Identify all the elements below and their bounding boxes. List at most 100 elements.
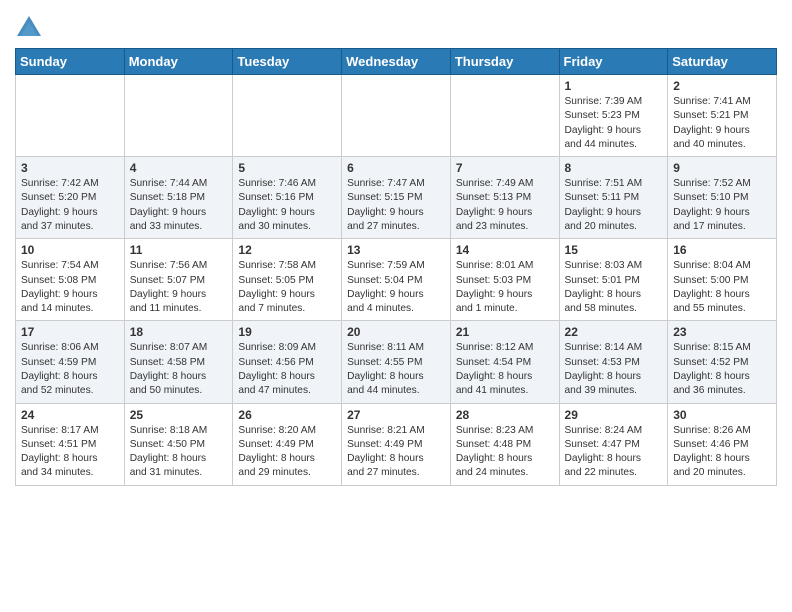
day-number: 29 bbox=[565, 408, 663, 422]
weekday-header-friday: Friday bbox=[559, 49, 668, 75]
calendar-cell: 18Sunrise: 8:07 AM Sunset: 4:58 PM Dayli… bbox=[124, 321, 233, 403]
day-info: Sunrise: 8:24 AM Sunset: 4:47 PM Dayligh… bbox=[565, 424, 663, 481]
day-number: 8 bbox=[565, 161, 663, 175]
calendar-cell: 10 Sunrise: 7:54 AM Sunset: 5:08 PM Dayli… bbox=[16, 239, 125, 321]
day-info: Sunrise: 7:56 AM Sunset: 5:07 PM Dayligh… bbox=[130, 259, 228, 316]
day-info: Sunrise: 8:26 AM Sunset: 4:46 PM Dayligh… bbox=[673, 424, 771, 481]
calendar-cell bbox=[450, 75, 559, 157]
day-info: Sunrise: 8:14 AM Sunset: 4:53 PM Dayligh… bbox=[565, 341, 663, 398]
day-info: Sunrise: 7:42 AM Sunset: 5:20 PM Dayligh… bbox=[21, 177, 119, 234]
calendar-cell: 23Sunrise: 8:15 AM Sunset: 4:52 PM Dayli… bbox=[668, 321, 777, 403]
calendar-cell: 7 Sunrise: 7:49 AM Sunset: 5:13 PM Daylig… bbox=[450, 157, 559, 239]
day-number: 18 bbox=[130, 325, 228, 339]
calendar-cell: 21 Sunrise: 8:12 AM Sunset: 4:54 PM Dayli… bbox=[450, 321, 559, 403]
day-info: Sunrise: 8:15 AM Sunset: 4:52 PM Dayligh… bbox=[673, 341, 771, 398]
calendar-cell: 24 Sunrise: 8:17 AM Sunset: 4:51 PM Dayli… bbox=[16, 403, 125, 485]
calendar-cell: 3Sunrise: 7:42 AM Sunset: 5:20 PM Daylig… bbox=[16, 157, 125, 239]
weekday-header-sunday: Sunday bbox=[16, 49, 125, 75]
day-info: Sunrise: 8:21 AM Sunset: 4:49 PM Dayligh… bbox=[347, 424, 445, 481]
day-number: 2 bbox=[673, 79, 771, 93]
calendar-cell: 12 Sunrise: 7:58 AM Sunset: 5:05 PM Dayli… bbox=[233, 239, 342, 321]
calendar-cell: 28 Sunrise: 8:23 AM Sunset: 4:48 PM Dayli… bbox=[450, 403, 559, 485]
day-number: 7 bbox=[456, 161, 554, 175]
weekday-header-monday: Monday bbox=[124, 49, 233, 75]
day-info: Sunrise: 7:54 AM Sunset: 5:08 PM Dayligh… bbox=[21, 259, 119, 316]
calendar-week-1: 1Sunrise: 7:39 AM Sunset: 5:23 PM Daylig… bbox=[16, 75, 777, 157]
day-info: Sunrise: 7:47 AM Sunset: 5:15 PM Dayligh… bbox=[347, 177, 445, 234]
day-info: Sunrise: 7:52 AM Sunset: 5:10 PM Dayligh… bbox=[673, 177, 771, 234]
day-number: 13 bbox=[347, 243, 445, 257]
day-info: Sunrise: 8:03 AM Sunset: 5:01 PM Dayligh… bbox=[565, 259, 663, 316]
day-number: 15 bbox=[565, 243, 663, 257]
day-info: Sunrise: 7:41 AM Sunset: 5:21 PM Dayligh… bbox=[673, 95, 771, 152]
day-number: 17 bbox=[21, 325, 119, 339]
day-number: 21 bbox=[456, 325, 554, 339]
day-number: 5 bbox=[238, 161, 336, 175]
calendar-cell: 27Sunrise: 8:21 AM Sunset: 4:49 PM Dayli… bbox=[342, 403, 451, 485]
day-number: 6 bbox=[347, 161, 445, 175]
calendar-cell: 15 Sunrise: 8:03 AM Sunset: 5:01 PM Dayli… bbox=[559, 239, 668, 321]
page: SundayMondayTuesdayWednesdayThursdayFrid… bbox=[0, 0, 792, 496]
day-info: Sunrise: 8:11 AM Sunset: 4:55 PM Dayligh… bbox=[347, 341, 445, 398]
calendar-cell: 4Sunrise: 7:44 AM Sunset: 5:18 PM Daylig… bbox=[124, 157, 233, 239]
calendar-cell: 1Sunrise: 7:39 AM Sunset: 5:23 PM Daylig… bbox=[559, 75, 668, 157]
day-number: 19 bbox=[238, 325, 336, 339]
day-info: Sunrise: 7:59 AM Sunset: 5:04 PM Dayligh… bbox=[347, 259, 445, 316]
day-info: Sunrise: 8:18 AM Sunset: 4:50 PM Dayligh… bbox=[130, 424, 228, 481]
weekday-header-row: SundayMondayTuesdayWednesdayThursdayFrid… bbox=[16, 49, 777, 75]
day-info: Sunrise: 7:46 AM Sunset: 5:16 PM Dayligh… bbox=[238, 177, 336, 234]
day-number: 30 bbox=[673, 408, 771, 422]
calendar-cell: 20 Sunrise: 8:11 AM Sunset: 4:55 PM Dayli… bbox=[342, 321, 451, 403]
calendar-cell: 19 Sunrise: 8:09 AM Sunset: 4:56 PM Dayli… bbox=[233, 321, 342, 403]
calendar-cell: 16 Sunrise: 8:04 AM Sunset: 5:00 PM Dayli… bbox=[668, 239, 777, 321]
day-number: 12 bbox=[238, 243, 336, 257]
calendar-cell bbox=[342, 75, 451, 157]
calendar-week-3: 10 Sunrise: 7:54 AM Sunset: 5:08 PM Dayli… bbox=[16, 239, 777, 321]
calendar-cell: 9 Sunrise: 7:52 AM Sunset: 5:10 PM Daylig… bbox=[668, 157, 777, 239]
day-info: Sunrise: 8:04 AM Sunset: 5:00 PM Dayligh… bbox=[673, 259, 771, 316]
day-info: Sunrise: 8:09 AM Sunset: 4:56 PM Dayligh… bbox=[238, 341, 336, 398]
day-info: Sunrise: 7:51 AM Sunset: 5:11 PM Dayligh… bbox=[565, 177, 663, 234]
day-number: 14 bbox=[456, 243, 554, 257]
day-number: 22 bbox=[565, 325, 663, 339]
day-info: Sunrise: 8:12 AM Sunset: 4:54 PM Dayligh… bbox=[456, 341, 554, 398]
logo bbox=[15, 14, 45, 42]
calendar-cell: 2 Sunrise: 7:41 AM Sunset: 5:21 PM Daylig… bbox=[668, 75, 777, 157]
day-number: 24 bbox=[21, 408, 119, 422]
day-info: Sunrise: 8:06 AM Sunset: 4:59 PM Dayligh… bbox=[21, 341, 119, 398]
calendar-cell: 22 Sunrise: 8:14 AM Sunset: 4:53 PM Dayli… bbox=[559, 321, 668, 403]
day-number: 9 bbox=[673, 161, 771, 175]
calendar-cell: 6 Sunrise: 7:47 AM Sunset: 5:15 PM Daylig… bbox=[342, 157, 451, 239]
day-number: 10 bbox=[21, 243, 119, 257]
day-number: 28 bbox=[456, 408, 554, 422]
calendar-cell: 30 Sunrise: 8:26 AM Sunset: 4:46 PM Dayli… bbox=[668, 403, 777, 485]
calendar-cell: 17 Sunrise: 8:06 AM Sunset: 4:59 PM Dayli… bbox=[16, 321, 125, 403]
calendar-cell bbox=[124, 75, 233, 157]
calendar-cell: 14 Sunrise: 8:01 AM Sunset: 5:03 PM Dayli… bbox=[450, 239, 559, 321]
calendar-cell: 11 Sunrise: 7:56 AM Sunset: 5:07 PM Dayli… bbox=[124, 239, 233, 321]
day-number: 16 bbox=[673, 243, 771, 257]
logo-icon bbox=[15, 14, 43, 42]
weekday-header-saturday: Saturday bbox=[668, 49, 777, 75]
day-info: Sunrise: 7:39 AM Sunset: 5:23 PM Dayligh… bbox=[565, 95, 663, 152]
day-info: Sunrise: 8:23 AM Sunset: 4:48 PM Dayligh… bbox=[456, 424, 554, 481]
header bbox=[15, 10, 777, 42]
calendar-cell: 5 Sunrise: 7:46 AM Sunset: 5:16 PM Daylig… bbox=[233, 157, 342, 239]
day-info: Sunrise: 8:20 AM Sunset: 4:49 PM Dayligh… bbox=[238, 424, 336, 481]
day-info: Sunrise: 7:49 AM Sunset: 5:13 PM Dayligh… bbox=[456, 177, 554, 234]
day-number: 11 bbox=[130, 243, 228, 257]
calendar-week-5: 24 Sunrise: 8:17 AM Sunset: 4:51 PM Dayli… bbox=[16, 403, 777, 485]
day-number: 25 bbox=[130, 408, 228, 422]
day-info: Sunrise: 8:17 AM Sunset: 4:51 PM Dayligh… bbox=[21, 424, 119, 481]
calendar-cell: 26 Sunrise: 8:20 AM Sunset: 4:49 PM Dayli… bbox=[233, 403, 342, 485]
calendar-cell: 13 Sunrise: 7:59 AM Sunset: 5:04 PM Dayli… bbox=[342, 239, 451, 321]
calendar-cell: 29 Sunrise: 8:24 AM Sunset: 4:47 PM Dayli… bbox=[559, 403, 668, 485]
day-number: 20 bbox=[347, 325, 445, 339]
calendar-table: SundayMondayTuesdayWednesdayThursdayFrid… bbox=[15, 48, 777, 486]
day-info: Sunrise: 7:44 AM Sunset: 5:18 PM Dayligh… bbox=[130, 177, 228, 234]
day-number: 26 bbox=[238, 408, 336, 422]
day-info: Sunrise: 8:01 AM Sunset: 5:03 PM Dayligh… bbox=[456, 259, 554, 316]
weekday-header-wednesday: Wednesday bbox=[342, 49, 451, 75]
calendar-cell bbox=[233, 75, 342, 157]
day-info: Sunrise: 7:58 AM Sunset: 5:05 PM Dayligh… bbox=[238, 259, 336, 316]
